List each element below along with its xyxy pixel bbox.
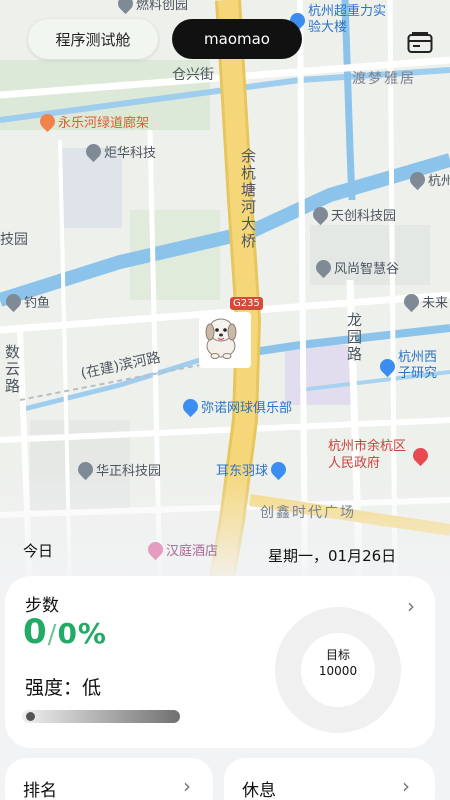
- steps-count: 0: [23, 612, 48, 652]
- map-view[interactable]: 燃料创园 杭州超重力实验大楼 永乐河绿道廊架 炬华科技 杭州 天创科技园 风尚智…: [0, 0, 450, 590]
- goal-value: 10000: [318, 664, 358, 678]
- poi-tianchuang[interactable]: 天创科技园: [309, 203, 397, 226]
- poi-label: 永乐河绿道廊架: [58, 116, 150, 131]
- district-dumeng: 渡梦雅居: [352, 71, 416, 87]
- chevron-right-icon: ›: [183, 774, 191, 798]
- location-pin-icon: [400, 290, 423, 313]
- hotel-pin-icon: [144, 538, 167, 561]
- road-label-cangxing: 仓兴街: [172, 67, 214, 83]
- location-pin-icon: [312, 256, 335, 279]
- location-pin-icon: [74, 458, 97, 481]
- location-pin-icon: [114, 0, 137, 15]
- steps-card[interactable]: 步数 › 0/0% 强度：低 目标 10000: [5, 576, 435, 748]
- road-label-longyuan: 龙园路: [345, 312, 363, 363]
- poi-mino-tennis[interactable]: 弥诺网球俱乐部: [179, 395, 293, 418]
- poi-fengshang[interactable]: 风尚智慧谷: [312, 256, 400, 279]
- road-label-shuyun: 数云路: [3, 344, 21, 395]
- poi-label: 杭州超重力实验大楼: [308, 4, 387, 35]
- poi-xizi[interactable]: 杭州西子研究: [376, 350, 450, 382]
- date-label: 星期一，01月26日: [268, 547, 397, 565]
- progress-knob: [26, 712, 35, 721]
- steps-slash: /: [47, 620, 58, 650]
- poi-label: 耳东羽球: [216, 464, 269, 479]
- app-name-button[interactable]: 程序测试舱: [28, 19, 158, 59]
- road-label-yuhang-bridge: 余杭塘河大桥: [239, 148, 257, 250]
- wallet-icon[interactable]: [407, 32, 433, 54]
- steps-value: 0/0%: [23, 612, 107, 652]
- poi-label: 未来: [422, 296, 449, 311]
- scenic-pin-icon: [36, 110, 59, 133]
- rest-label: 休息: [242, 781, 276, 800]
- poi-label: 燃料创园: [136, 0, 189, 13]
- poi-label: 天创科技园: [331, 209, 397, 224]
- poi-diaoyu[interactable]: 钓鱼: [2, 290, 51, 313]
- poi-label: 弥诺网球俱乐部: [201, 401, 293, 416]
- poi-label: 杭州西子研究: [398, 350, 438, 381]
- map-canvas: [0, 0, 450, 590]
- location-pin-icon: [82, 140, 105, 163]
- poi-juhua[interactable]: 炬华科技: [82, 140, 157, 163]
- poi-hangzhou-lab[interactable]: 杭州超重力实验大楼: [286, 4, 400, 36]
- poi-yongle-river[interactable]: 永乐河绿道廊架: [36, 110, 150, 133]
- poi-label: 钓鱼: [24, 296, 51, 311]
- poi-hanting[interactable]: 汉庭酒店: [144, 538, 219, 561]
- sports-pin-icon: [267, 458, 290, 481]
- poi-label: 杭州市余杭区人民政府: [328, 439, 407, 471]
- poi-label: 汉庭酒店: [166, 544, 219, 559]
- district-chuangxin: 创鑫时代广场: [260, 505, 356, 521]
- dog-icon: [205, 318, 237, 359]
- chevron-right-icon[interactable]: ›: [407, 594, 415, 618]
- highway-shield: G235: [230, 297, 263, 310]
- location-pin-icon: [2, 290, 25, 313]
- road-label-jiyuan: 技园: [0, 232, 28, 248]
- poi-label: 华正科技园: [96, 464, 162, 479]
- poi-ranliao[interactable]: 燃料创园: [114, 0, 189, 15]
- poi-label: 炬华科技: [104, 146, 157, 161]
- today-label: 今日: [23, 542, 54, 560]
- poi-weilai[interactable]: 未来: [400, 290, 449, 313]
- government-pin-icon: [409, 444, 432, 466]
- user-name-button[interactable]: maomao: [172, 19, 302, 59]
- rank-card[interactable]: 排名 ›: [5, 758, 213, 800]
- poi-erdong[interactable]: 耳东羽球: [216, 458, 290, 481]
- intensity-label: 强度：低: [25, 677, 102, 699]
- location-pin-icon: [309, 203, 332, 226]
- poi-label: 杭州: [428, 174, 450, 189]
- sports-pin-icon: [179, 395, 202, 418]
- goal-label: 目标: [325, 648, 350, 662]
- location-pin-icon: [406, 168, 429, 191]
- dog-avatar[interactable]: [199, 312, 251, 368]
- goal-text: 目标 10000: [273, 647, 403, 679]
- rank-label: 排名: [23, 781, 57, 800]
- intensity-progress-bar: [22, 710, 180, 723]
- poi-gov[interactable]: 杭州市余杭区人民政府: [328, 438, 440, 472]
- poi-hangzhou-edge[interactable]: 杭州: [406, 168, 450, 191]
- poi-huazheng[interactable]: 华正科技园: [74, 458, 162, 481]
- school-pin-icon: [376, 355, 399, 377]
- steps-percent: 0%: [57, 617, 107, 650]
- chevron-right-icon: ›: [402, 774, 410, 798]
- rest-card[interactable]: 休息 ›: [224, 758, 435, 800]
- poi-label: 风尚智慧谷: [334, 262, 400, 277]
